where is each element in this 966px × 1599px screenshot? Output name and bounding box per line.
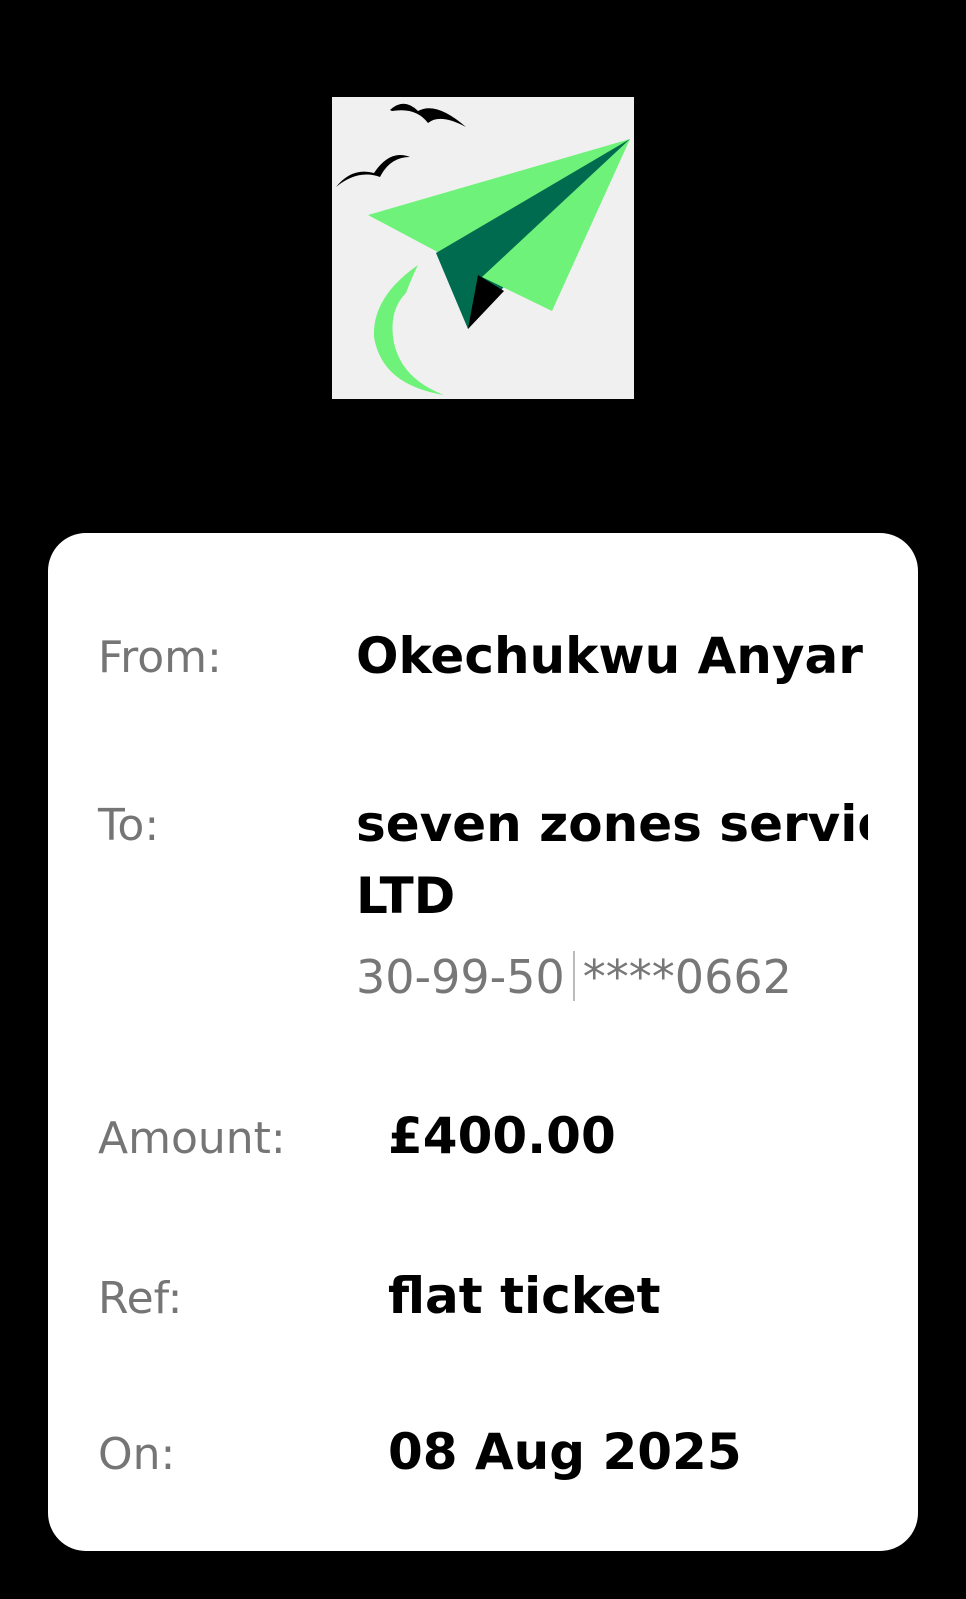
date-value: 08 Aug 2025: [388, 1423, 742, 1481]
app-logo: [332, 97, 634, 399]
from-value: Okechukwu Anyar: [356, 631, 863, 685]
to-value-line2: LTD: [356, 867, 456, 925]
to-value-line1: seven zones servic: [356, 799, 868, 853]
transfer-details-card: From: Okechukwu Anyar To: seven zones se…: [48, 533, 918, 1551]
to-label: To:: [98, 800, 160, 851]
bird-icon: [336, 155, 410, 187]
paper-plane-logo-icon: [336, 103, 630, 395]
sort-code: 30-99-50: [356, 950, 565, 1004]
account-details: 30-99-50 ****0662: [356, 951, 792, 1001]
amount-value: £400.00: [388, 1107, 616, 1165]
swoosh-shape: [373, 265, 444, 395]
ref-value: flat ticket: [388, 1267, 661, 1325]
bird-icon: [390, 103, 466, 127]
amount-label: Amount:: [98, 1113, 286, 1164]
account-number: ****0662: [582, 950, 792, 1004]
on-label: On:: [98, 1429, 176, 1480]
from-label: From:: [98, 632, 222, 683]
ref-label: Ref:: [98, 1273, 183, 1324]
separator: [572, 951, 575, 1001]
